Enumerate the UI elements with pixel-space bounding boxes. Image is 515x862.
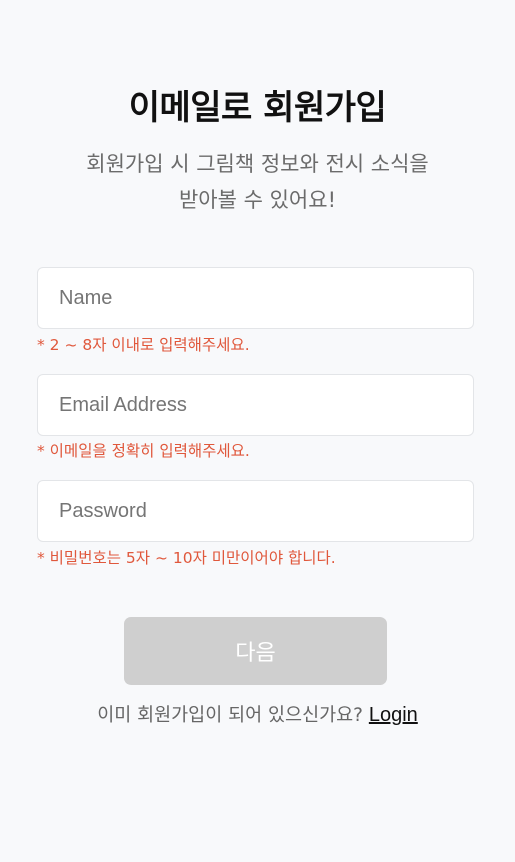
subtitle-line-1: 회원가입 시 그림책 정보와 전시 소식을 bbox=[86, 152, 429, 176]
signup-page: 이메일로 회원가입 회원가입 시 그림책 정보와 전시 소식을 받아볼 수 있어… bbox=[0, 0, 515, 862]
subtitle-line-2: 받아볼 수 있어요! bbox=[178, 188, 336, 212]
login-prompt-text: 이미 회원가입이 되어 있으신가요? bbox=[97, 705, 363, 726]
name-input[interactable] bbox=[37, 267, 474, 329]
name-hint: * 2 ~ 8자 이내로 입력해주세요. bbox=[37, 336, 250, 354]
password-input[interactable] bbox=[37, 480, 474, 542]
page-subtitle: 회원가입 시 그림책 정보와 전시 소식을 받아볼 수 있어요! bbox=[40, 146, 475, 218]
email-hint: * 이메일을 정확히 입력해주세요. bbox=[37, 442, 250, 460]
password-hint: * 비밀번호는 5자 ~ 10자 미만이어야 합니다. bbox=[37, 549, 336, 567]
next-button[interactable]: 다음 bbox=[124, 617, 387, 685]
email-input[interactable] bbox=[37, 374, 474, 436]
login-link[interactable]: Login bbox=[369, 704, 418, 726]
login-prompt: 이미 회원가입이 되어 있으신가요? Login bbox=[0, 702, 515, 729]
page-title: 이메일로 회원가입 bbox=[128, 88, 387, 128]
